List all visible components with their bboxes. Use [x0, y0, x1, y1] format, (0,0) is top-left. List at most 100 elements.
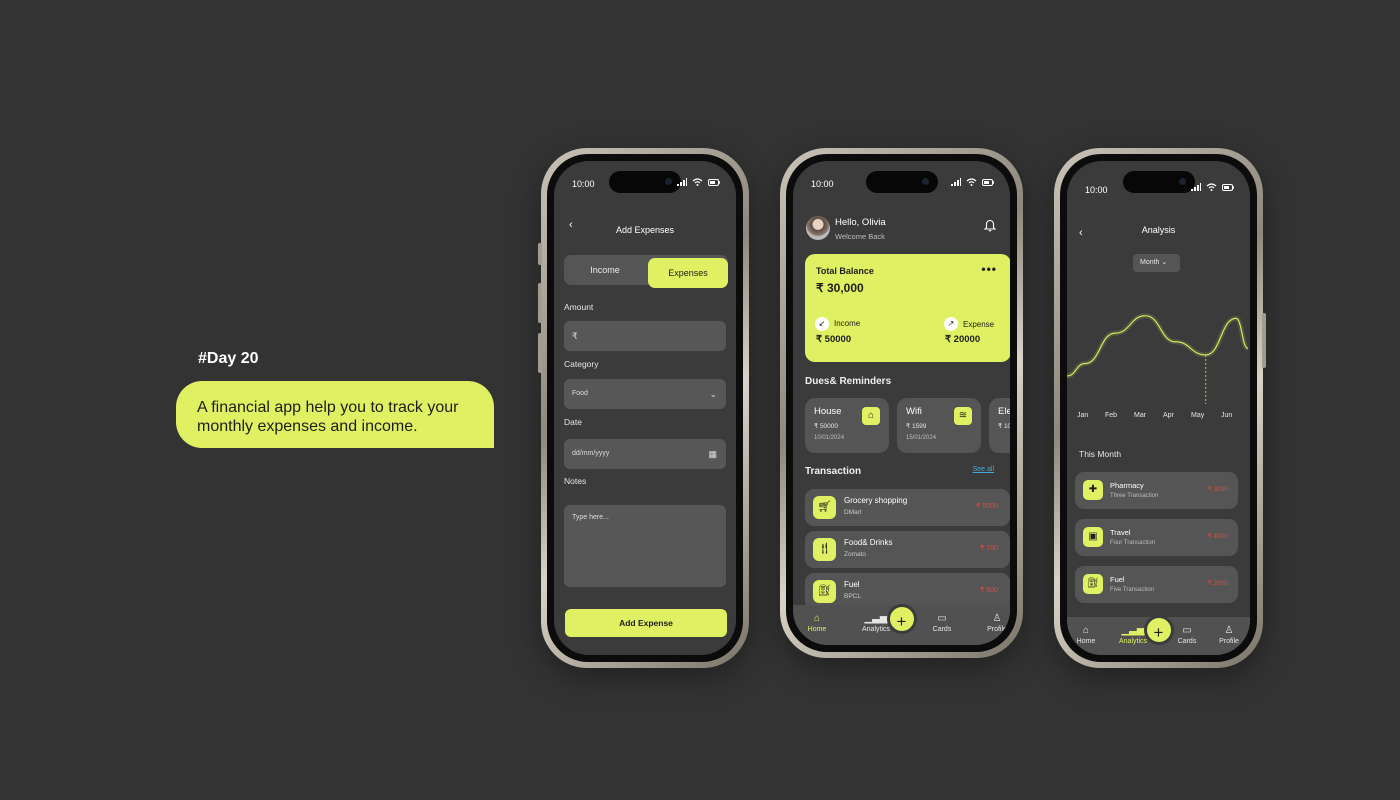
notes-placeholder: Type here... — [572, 514, 609, 521]
add-expense-button[interactable]: Add Expense — [565, 609, 727, 637]
amount-input[interactable]: ₹ — [564, 321, 726, 351]
phone-analysis: 10:00 ‹ Analysis Month ⌄ Jan Feb Mar Apr… — [1054, 148, 1266, 668]
bus-icon: ▣ — [1083, 527, 1103, 547]
avatar[interactable] — [806, 216, 830, 240]
cart-icon: 🛒︎ — [813, 496, 836, 519]
type-toggle: Income Expenses — [564, 255, 728, 288]
nav-cards[interactable]: ▭ Cards — [922, 612, 962, 633]
house-icon: ⌂ — [862, 407, 880, 425]
period-value: Month — [1140, 259, 1160, 266]
x-tick-label: Mar — [1134, 412, 1147, 419]
income-amount: ₹ 50000 — [816, 334, 852, 345]
x-tick-label: Feb — [1105, 412, 1118, 419]
due-card-electricity[interactable]: Elect ₹ 1000 — [989, 398, 1010, 453]
due-card-wifi[interactable]: Wifi ₹ 1599 15/01/2024 ≋ — [897, 398, 981, 453]
user-icon: ♙ — [1224, 625, 1234, 636]
expense-amount: ₹ 20000 — [945, 334, 981, 345]
nav-profile[interactable]: ♙ Profile — [977, 612, 1010, 633]
date-label: Date — [564, 417, 582, 427]
due-name: Elect — [998, 406, 1010, 417]
category-row[interactable]: ✚ Pharmacy Three Transaction ₹ 3000 — [1075, 472, 1238, 509]
category-value: Food — [572, 390, 588, 397]
signal-icon — [1191, 183, 1201, 191]
transaction-merchant: BPCL — [844, 593, 861, 600]
category-amount: ₹ 3000 — [1207, 486, 1228, 493]
router-icon: ≋ — [954, 407, 972, 425]
balance-card[interactable]: Total Balance ₹ 30,000 ••• ↙ Income ₹ 50… — [805, 254, 1010, 362]
utensils-icon: 🍴︎ — [813, 538, 836, 561]
transaction-merchant: DMart — [844, 509, 862, 516]
battery-icon — [982, 178, 994, 186]
category-row[interactable]: ▣ Travel Four Transaction ₹ 4000 — [1075, 519, 1238, 556]
category-count: Five Transaction — [1110, 587, 1155, 593]
add-fab-button[interactable]: + — [1143, 615, 1174, 645]
chevron-down-icon: ⌄ — [709, 389, 717, 399]
nav-profile[interactable]: ♙ Profile — [1209, 624, 1249, 645]
home-icon: ⌂ — [813, 613, 821, 624]
transaction-amount: ₹ 700 — [979, 545, 998, 552]
signal-icon — [951, 178, 961, 186]
amount-label: Amount — [564, 302, 594, 312]
more-icon[interactable]: ••• — [981, 262, 997, 276]
card-icon: ▭ — [937, 613, 947, 624]
transaction-name: Grocery shopping — [844, 496, 908, 505]
chevron-down-icon: ⌄ — [1161, 259, 1168, 266]
home-screen: 10:00 Hello, Olivia Welcome Back Total B… — [793, 161, 1010, 645]
due-card-house[interactable]: House ₹ 50000 10/01/2024 ⌂ — [805, 398, 889, 453]
income-label: Income — [834, 319, 861, 328]
status-time: 10:00 — [572, 179, 595, 189]
due-date: 10/01/2024 — [814, 435, 845, 441]
x-tick-label: Jan — [1077, 412, 1089, 419]
status-icons — [951, 178, 994, 186]
category-name: Fuel — [1110, 575, 1125, 584]
side-button — [538, 243, 542, 265]
category-select[interactable]: Food ⌄ — [564, 379, 726, 409]
page-title: Analysis — [1141, 225, 1176, 235]
nav-home[interactable]: ⌂ Home — [1067, 624, 1106, 645]
x-tick-label: Jun — [1221, 412, 1233, 419]
x-tick-label: May — [1191, 412, 1205, 419]
battery-icon — [708, 178, 720, 186]
tab-expenses[interactable]: Expenses — [648, 258, 728, 288]
welcome-subtitle: Welcome Back — [835, 232, 885, 241]
fuel-icon: ⛽︎ — [1083, 574, 1103, 594]
transaction-amount: ₹ 500 — [979, 587, 998, 594]
period-select[interactable]: Month ⌄ — [1133, 254, 1180, 272]
analysis-screen: 10:00 ‹ Analysis Month ⌄ Jan Feb Mar Apr… — [1067, 161, 1250, 655]
category-count: Four Transaction — [1110, 540, 1156, 546]
date-input[interactable]: dd/mm/yyyy ▦ — [564, 439, 726, 469]
transaction-row[interactable]: 🛒︎ Grocery shopping DMart ₹ 5000 — [805, 489, 1010, 526]
arrow-down-left-icon: ↙ — [815, 317, 829, 331]
page-title: Add Expenses — [615, 225, 675, 235]
category-row[interactable]: ⛽︎ Fuel Five Transaction ₹ 2000 — [1075, 566, 1238, 603]
tab-income[interactable]: Income — [564, 255, 646, 285]
see-all-link[interactable]: See all — [973, 466, 994, 473]
transaction-amount: ₹ 5000 — [976, 503, 998, 510]
transaction-name: Fuel — [844, 580, 860, 589]
description-bubble: A financial app help you to track your m… — [176, 381, 494, 448]
dues-title: Dues& Reminders — [805, 376, 892, 387]
bell-icon[interactable] — [983, 219, 997, 237]
status-time: 10:00 — [811, 179, 834, 189]
this-month-title: This Month — [1079, 449, 1122, 459]
x-tick-label: Apr — [1163, 412, 1174, 419]
wifi-icon — [966, 178, 977, 186]
notes-input[interactable]: Type here... — [564, 505, 726, 587]
category-count: Three Transaction — [1110, 493, 1159, 499]
status-time: 10:00 — [1085, 185, 1108, 195]
dynamic-island — [609, 171, 681, 193]
category-amount: ₹ 2000 — [1207, 580, 1228, 587]
add-fab-button[interactable]: + — [886, 604, 917, 634]
calendar-icon[interactable]: ▦ — [708, 439, 717, 469]
transaction-merchant: Zomato — [844, 551, 867, 558]
dynamic-island — [865, 171, 938, 193]
nav-home[interactable]: ⌂ Home — [797, 612, 837, 633]
transaction-row[interactable]: 🍴︎ Food& Drinks Zomato ₹ 700 — [805, 531, 1010, 568]
user-icon: ♙ — [992, 613, 1002, 624]
spending-line-chart — [1067, 313, 1248, 404]
dynamic-island — [1122, 171, 1195, 193]
category-label: Category — [564, 359, 599, 369]
date-placeholder: dd/mm/yyyy — [572, 450, 610, 457]
phone-add-expense: 10:00 ‹ Add Expenses Income Expenses Amo… — [538, 148, 749, 668]
wifi-icon — [692, 178, 703, 186]
